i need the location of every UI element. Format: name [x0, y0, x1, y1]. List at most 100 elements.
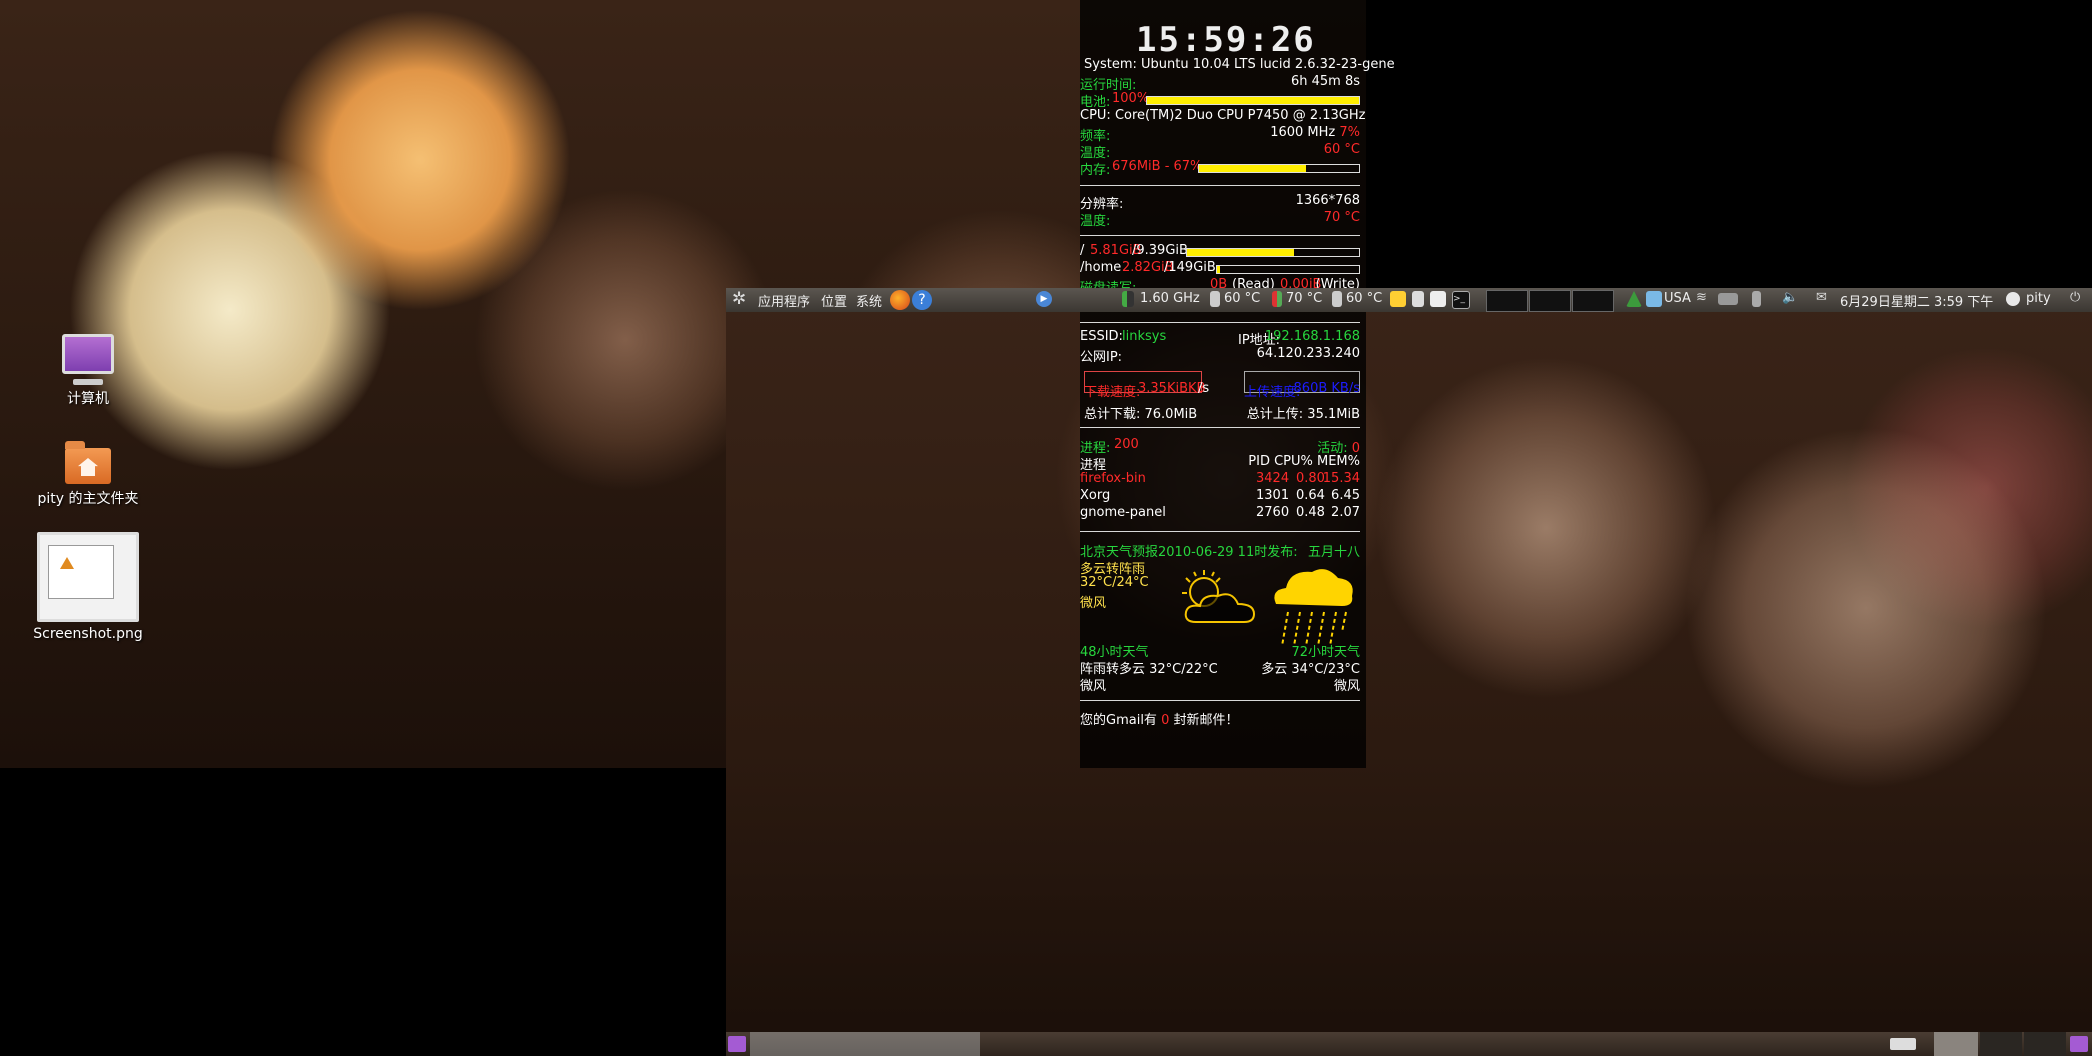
sensor-icon	[1272, 291, 1282, 307]
temperature-2[interactable]: 70 °C	[1286, 291, 1322, 306]
process-name: gnome-panel	[1080, 505, 1166, 520]
essid-value: linksys	[1122, 329, 1167, 344]
dropbox-icon[interactable]	[1646, 291, 1662, 307]
ubuntu-logo-icon[interactable]: ✲	[732, 289, 746, 309]
download-label: 下载速度:	[1084, 385, 1141, 400]
root-fs-total: /9.39GiB	[1132, 243, 1188, 258]
computer-desktop-icon[interactable]: 计算机	[33, 334, 143, 408]
cpu-temp-value: 60 °C	[1323, 142, 1360, 157]
show-desktop-icon[interactable]	[728, 1036, 746, 1052]
weather-48h-wind: 微风	[1080, 679, 1107, 694]
gpu-temp-label: 温度:	[1080, 214, 1111, 229]
cpufreq-icon[interactable]	[1122, 291, 1134, 307]
sensor-icon	[1210, 291, 1220, 307]
process-mem: 2.07	[1331, 505, 1360, 520]
places-menu[interactable]: 位置	[821, 291, 847, 310]
divider	[1080, 531, 1360, 532]
system-info: System: Ubuntu 10.04 LTS lucid 2.6.32-23…	[1084, 57, 1395, 72]
help-launcher-icon[interactable]: ?	[912, 290, 932, 310]
process-header-cols: PID CPU% MEM%	[1248, 454, 1360, 469]
notes-icon[interactable]	[1390, 291, 1406, 307]
system-menu[interactable]: 系统	[856, 291, 882, 310]
process-name: firefox-bin	[1080, 471, 1146, 486]
camera-icon[interactable]	[1430, 291, 1446, 307]
volume-icon[interactable]: 🔈	[1782, 290, 1798, 305]
network-load-graph[interactable]	[1572, 290, 1614, 312]
home-folder-icon	[65, 441, 111, 484]
freq-value: 1600 MHz	[1270, 125, 1336, 140]
download-value: 3.35KiBKB	[1138, 381, 1206, 396]
process-cpu: 0.48	[1296, 505, 1325, 520]
keyboard-tray-icon[interactable]	[1890, 1038, 1916, 1050]
desktop-right	[726, 288, 2092, 1056]
trash-icon[interactable]	[2070, 1036, 2088, 1052]
temperature-1[interactable]: 60 °C	[1224, 291, 1260, 306]
bottom-panel	[726, 1032, 2092, 1056]
battery-bar	[1146, 96, 1360, 105]
divider	[1080, 185, 1360, 186]
table-row: Xorg 1301 0.64 6.45	[1080, 488, 1360, 505]
process-name: Xorg	[1080, 488, 1111, 503]
resolution-value: 1366*768	[1295, 193, 1360, 208]
mem-bar	[1198, 164, 1360, 173]
wifi-icon[interactable]: ≋	[1696, 290, 1707, 305]
home-fs-bar	[1216, 265, 1360, 274]
terminal-icon[interactable]: >_	[1452, 291, 1470, 309]
process-count-value: 200	[1114, 437, 1139, 452]
process-pid: 2760	[1256, 505, 1290, 520]
cpu-frequency-value[interactable]: 1.60 GHz	[1140, 291, 1200, 306]
cpu-info: CPU: Core(TM)2 Duo CPU P7450 @ 2.13GHz	[1080, 108, 1366, 123]
gmail-prefix: 您的Gmail有	[1080, 713, 1157, 728]
workspace-3[interactable]	[2024, 1032, 2066, 1056]
workspace-2[interactable]	[1980, 1032, 2022, 1056]
table-row: gnome-panel 2760 0.48 2.07	[1080, 505, 1360, 522]
weather-72h-wind: 微风	[1333, 679, 1360, 694]
home-fs-label: /home	[1080, 260, 1122, 275]
sensor-icon	[1332, 291, 1342, 307]
phone-icon[interactable]	[1412, 291, 1424, 307]
gmail-count: 0	[1161, 713, 1170, 728]
uptime-value: 6h 45m 8s	[1290, 74, 1360, 89]
conky-clock: 15:59:26	[1136, 20, 1316, 60]
memory-load-graph[interactable]	[1529, 290, 1571, 312]
partly-cloudy-icon	[1182, 570, 1256, 623]
battery-icon[interactable]	[1752, 291, 1761, 307]
keyboard-icon[interactable]	[1718, 291, 1738, 306]
mail-icon[interactable]: ✉	[1816, 290, 1827, 305]
screenshot-desktop-icon[interactable]: Screenshot.png	[33, 532, 143, 642]
workspace-1[interactable]	[1934, 1032, 1978, 1056]
divider	[1080, 235, 1360, 236]
public-ip-label: 公网IP:	[1080, 350, 1123, 365]
process-pid: 3424	[1256, 471, 1290, 486]
firefox-launcher-icon[interactable]	[890, 290, 910, 310]
cpu-load-graph[interactable]	[1486, 290, 1528, 312]
process-mem: 15.34	[1322, 471, 1360, 486]
media-play-icon[interactable]: ▶	[1036, 291, 1052, 307]
ip-value: 192.168.1.168	[1264, 329, 1360, 344]
home-folder-desktop-icon[interactable]: pity 的主文件夹	[33, 441, 143, 508]
image-thumbnail-icon	[37, 532, 139, 622]
divider	[1080, 427, 1360, 428]
keyboard-layout[interactable]: USA	[1664, 291, 1691, 306]
user-status-icon[interactable]	[2006, 291, 2020, 306]
datetime-clock[interactable]: 6月29日星期二 3:59 下午	[1840, 291, 1993, 310]
divider	[1080, 322, 1360, 323]
public-ip-value: 64.120.233.240	[1256, 346, 1360, 361]
applications-menu[interactable]: 应用程序	[758, 291, 810, 310]
battery-value: 100%	[1112, 91, 1150, 106]
process-mem: 6.45	[1331, 488, 1360, 503]
home-fs-total: /149GiB	[1164, 260, 1216, 275]
upload-value: 860B KB/s	[1293, 381, 1360, 396]
mem-value: 676MiB - 67%	[1112, 159, 1203, 174]
freq-pct: 7%	[1339, 125, 1360, 140]
gmail-suffix: 封新邮件！	[1173, 713, 1239, 728]
computer-icon	[62, 334, 114, 385]
update-notifier-icon[interactable]	[1626, 291, 1642, 307]
user-name[interactable]: pity	[2026, 291, 2051, 306]
root-fs-bar	[1186, 248, 1360, 257]
power-icon[interactable]: ⏻	[2070, 290, 2080, 305]
window-list[interactable]	[750, 1032, 980, 1056]
temperature-3[interactable]: 60 °C	[1346, 291, 1382, 306]
mem-label: 内存:	[1080, 163, 1111, 178]
rain-cloud-icon	[1274, 569, 1353, 647]
